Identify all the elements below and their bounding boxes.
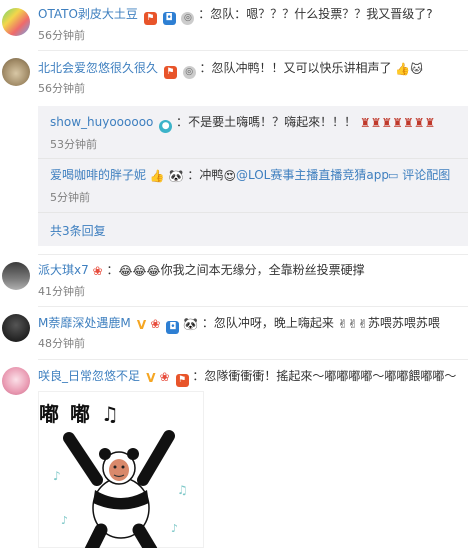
image-caption: 嘟 嘟 ♫ [39,402,121,426]
comment-time: 41分钟前 [38,285,85,298]
svg-text:♪: ♪ [61,514,68,527]
avatar[interactable] [2,262,30,290]
comment-username[interactable]: 咲良_日常忽悠不足 [38,369,140,383]
thumbs-up-icon: 👍 [395,62,411,76]
svg-text:♫: ♫ [177,483,188,497]
level-badge-icon: ◘ [166,321,180,334]
comment-text: 忽队冲鸭！！又可以快乐讲相声了 [211,61,392,75]
reply-text: 冲鸭 [199,168,224,182]
comment-image-label: 评论配图 [402,168,451,182]
reply-username[interactable]: 爱喝咖啡的胖子妮 [50,168,146,182]
medal-icon: ◎ [182,66,196,79]
reply-username[interactable]: show_huyoooooo [50,115,153,129]
panda-icon: 🐼 [183,317,199,331]
divider [38,50,468,51]
reply-time: 53分钟前 [50,138,97,151]
reply-text: 不是要土嗨嗎！？嗨起來！！！ [188,115,357,129]
medal-icon: ◎ [181,12,195,25]
svg-text:♪: ♪ [171,522,178,535]
mention-link[interactable]: @LOL赛事主播直播竞猜app [236,168,389,182]
flower-icon: ❀ [150,317,161,331]
comment-text-suffix: 苏喂苏喂苏喂 [367,316,440,330]
more-replies-link[interactable]: 共3条回复 [50,222,106,239]
comment-text: 忽队：嗯？？？什么投票？？我又晋级了? [210,7,433,21]
image-icon: ▭ [388,169,399,182]
divider [38,158,468,159]
dancing-emoji-icon: ♜♜♜♜♜♜♜ [359,116,436,130]
vip-badge-icon: ⚑ [175,374,189,387]
divider [38,359,468,360]
verified-icon: V [136,318,147,332]
reply-time: 5分钟前 [50,191,90,204]
reply-list: show_huyoooooo ● ：不是要土嗨嗎！？嗨起來！！！ ♜♜♜♜♜♜♜… [38,106,468,246]
avatar[interactable] [2,367,30,395]
svg-text:♪: ♪ [53,469,61,483]
divider [38,254,468,255]
comment-username[interactable]: OTATO剥皮大土豆 [38,7,138,21]
verified-icon: V [146,371,156,385]
blush-face-icon: 😍 [223,169,236,183]
comment-time: 56分钟前 [38,82,85,95]
flower-icon: ❀ [92,264,103,278]
avatar[interactable] [2,314,30,342]
thumbs-up-icon: 👍 [149,169,165,183]
divider [38,306,468,307]
laugh-cry-icon: 😂😂😂 [118,264,161,278]
comment-text: 忽队冲呀，晚上嗨起来 [213,316,334,330]
comment-username[interactable]: 派大琪x7 [38,263,89,277]
comment-text: 忽隊衝衝衝！搖起來～嘟嘟嘟嘟～嘟嘟餵嘟嘟～ [204,369,457,383]
level-badge-icon: ● [159,120,173,133]
comment-image-action[interactable]: ▭ 评论配图 [388,167,450,184]
vip-badge-icon: ⚑ [143,12,157,25]
avatar[interactable] [2,58,30,86]
avatar[interactable] [2,8,30,36]
divider [38,212,468,213]
victory-hand-icon: ✌✌✌ [337,317,368,331]
vip-badge-icon: ⚑ [163,66,177,79]
comment-username[interactable]: 北北会爱忽悠很久很久 [38,61,158,75]
comment-time: 48分钟前 [38,337,85,350]
comment-time: 56分钟前 [38,29,85,42]
smile-face-icon: 🐱 [410,62,423,76]
comment-image[interactable]: 嘟 嘟 ♫ ♪ ♫ ♪ ♪ [38,391,204,548]
flower-icon: ❀ [159,370,170,384]
level-badge-icon: ◘ [162,12,176,25]
panda-meme-icon: ♪ ♫ ♪ ♪ [53,430,188,548]
comment-username[interactable]: M萘靡深处遇鹿M [38,316,131,330]
panda-icon: 🐼 [168,169,184,183]
comment-text: 你我之间本无缘分，全靠粉丝投票硬撑 [160,263,365,277]
